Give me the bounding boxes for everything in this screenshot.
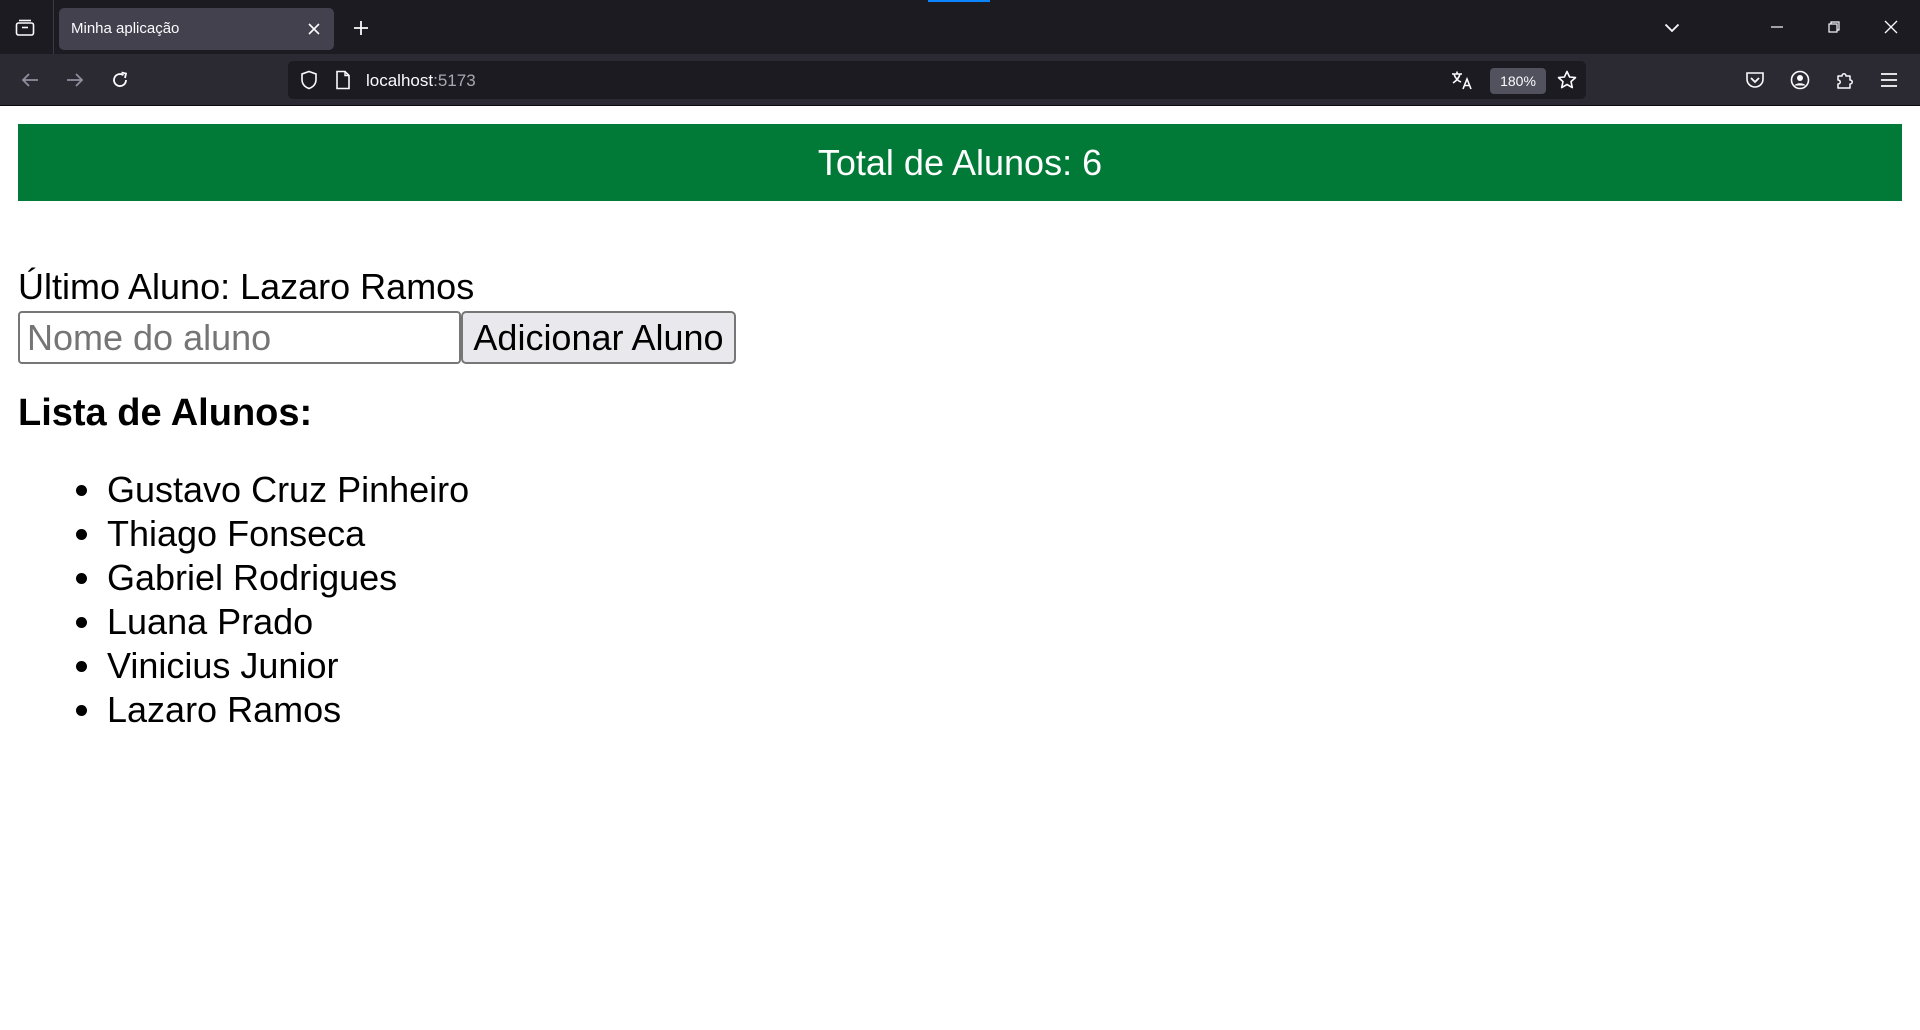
puzzle-icon	[1835, 70, 1855, 90]
forward-button[interactable]	[59, 64, 91, 96]
list-all-tabs-button[interactable]	[1657, 13, 1687, 43]
student-list-heading: Lista de Alunos:	[18, 392, 313, 434]
pocket-button[interactable]	[1739, 64, 1771, 96]
translate-icon	[1451, 70, 1473, 90]
url-bar[interactable]: localhost:5173 180%	[288, 61, 1586, 99]
menu-button[interactable]	[1873, 64, 1905, 96]
student-list-item: Thiago Fonseca	[74, 512, 469, 556]
student-list-item: Gustavo Cruz Pinheiro	[74, 468, 469, 512]
student-list: Gustavo Cruz Pinheiro Thiago Fonseca Gab…	[74, 468, 469, 732]
reload-icon	[111, 71, 129, 89]
tab-list-button[interactable]	[10, 13, 40, 43]
translate-button[interactable]	[1450, 68, 1474, 92]
student-name-input[interactable]	[18, 311, 461, 364]
restore-button[interactable]	[1816, 10, 1852, 44]
back-button[interactable]	[14, 64, 46, 96]
tab-title: Minha aplicação	[71, 20, 180, 37]
last-student-text: Último Aluno: Lazaro Ramos	[18, 266, 475, 307]
student-list-item: Luana Prado	[74, 600, 469, 644]
page-content: Total de Alunos: 6 Último Aluno: Lazaro …	[0, 106, 1920, 1030]
url-text[interactable]: localhost:5173	[366, 71, 476, 91]
plus-icon	[353, 20, 369, 36]
student-list-item: Gabriel Rodrigues	[74, 556, 469, 600]
shield-icon	[300, 70, 318, 90]
bookmark-button[interactable]	[1555, 68, 1579, 92]
minimize-icon	[1771, 21, 1783, 33]
student-list-item: Vinicius Junior	[74, 644, 469, 688]
minimize-button[interactable]	[1759, 10, 1795, 44]
new-tab-button[interactable]	[346, 13, 376, 43]
tab-bar: Minha aplicação	[0, 0, 1920, 54]
arrow-right-icon	[66, 72, 84, 88]
url-host: localhost	[366, 71, 434, 90]
tab-list-icon	[15, 19, 35, 37]
arrow-left-icon	[21, 72, 39, 88]
tab-close-button[interactable]	[302, 17, 326, 41]
tracking-protection-button[interactable]	[297, 68, 321, 92]
page-info-button[interactable]	[331, 68, 355, 92]
close-icon	[1884, 20, 1898, 34]
tab-divider	[53, 0, 54, 54]
zoom-level-button[interactable]: 180%	[1490, 68, 1546, 94]
close-icon	[308, 23, 320, 35]
add-student-button[interactable]: Adicionar Aluno	[461, 311, 736, 364]
star-icon	[1557, 70, 1577, 90]
reload-button[interactable]	[104, 64, 136, 96]
account-button[interactable]	[1784, 64, 1816, 96]
tab-active[interactable]: Minha aplicação	[59, 8, 334, 50]
student-list-item: Lazaro Ramos	[74, 688, 469, 732]
navigation-toolbar: localhost:5173 180%	[0, 54, 1920, 106]
pocket-icon	[1745, 71, 1765, 89]
extensions-button[interactable]	[1829, 64, 1861, 96]
chevron-down-icon	[1664, 23, 1680, 33]
tabbar-accent	[928, 0, 990, 2]
restore-icon	[1828, 21, 1840, 33]
close-window-button[interactable]	[1873, 10, 1909, 44]
page-icon	[335, 70, 351, 90]
hamburger-menu-icon	[1880, 72, 1898, 88]
account-icon	[1790, 70, 1810, 90]
url-port: :5173	[433, 71, 476, 90]
total-students-banner: Total de Alunos: 6	[18, 124, 1902, 201]
